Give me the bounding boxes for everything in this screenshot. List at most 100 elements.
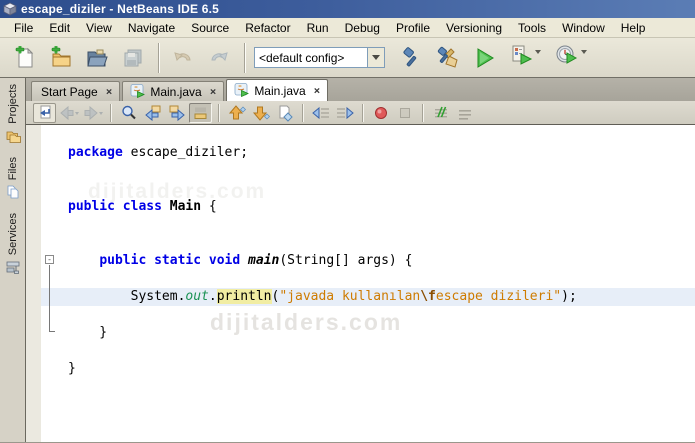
- shift-line-right-button[interactable]: [333, 103, 356, 123]
- debug-project-button[interactable]: [505, 43, 545, 73]
- toolbar-separator: [244, 43, 246, 73]
- title-bar[interactable]: escape_diziler - NetBeans IDE 6.5: [0, 0, 695, 18]
- shift-line-left-button[interactable]: [309, 103, 332, 123]
- code-line[interactable]: System.out.println("javada kullanılan\fe…: [41, 288, 695, 306]
- run-project-button[interactable]: [469, 43, 499, 73]
- code-editor[interactable]: package escape_diziler; public class Mai…: [26, 125, 695, 442]
- files-icon: [5, 184, 21, 200]
- previous-bookmark-button[interactable]: [225, 103, 248, 123]
- save-all-button[interactable]: [118, 43, 148, 73]
- close-icon[interactable]: ×: [314, 84, 321, 97]
- editor-toolbar-separator: [218, 104, 220, 122]
- back-button[interactable]: [57, 103, 80, 123]
- netbeans-cube-icon: [3, 2, 17, 16]
- code-line[interactable]: [41, 216, 695, 234]
- toggle-bookmark-button[interactable]: [273, 103, 296, 123]
- main-toolbar: <default config>: [0, 38, 695, 78]
- code-area[interactable]: package escape_diziler; public class Mai…: [41, 125, 695, 442]
- sidebar-item-services[interactable]: Services: [5, 213, 21, 275]
- menu-item-source[interactable]: Source: [183, 19, 237, 37]
- new-project-button[interactable]: [46, 43, 76, 73]
- editor-gutter[interactable]: [26, 125, 41, 442]
- editor-toolbar-separator: [362, 104, 364, 122]
- java-class-icon: [130, 83, 148, 101]
- clean-and-build-project-button[interactable]: [433, 43, 463, 73]
- left-dock-sidebar: Projects Files Services: [0, 78, 26, 442]
- editor-toolbar: [26, 101, 695, 125]
- new-file-button[interactable]: [10, 43, 40, 73]
- tab-label: Main.java: [254, 84, 305, 98]
- menu-item-profile[interactable]: Profile: [388, 19, 438, 37]
- code-line[interactable]: [41, 342, 695, 360]
- menu-item-versioning[interactable]: Versioning: [438, 19, 510, 37]
- menu-item-window[interactable]: Window: [554, 19, 613, 37]
- menu-item-tools[interactable]: Tools: [510, 19, 554, 37]
- menu-item-debug[interactable]: Debug: [337, 19, 388, 37]
- next-bookmark-button[interactable]: [249, 103, 272, 123]
- editor-toolbar-separator: [302, 104, 304, 122]
- close-icon[interactable]: ×: [106, 85, 113, 98]
- tab-label: Start Page: [41, 85, 98, 99]
- code-line[interactable]: [41, 234, 695, 252]
- find-previous-occurrence-button[interactable]: [141, 103, 164, 123]
- editor-toolbar-separator: [422, 104, 424, 122]
- profile-project-button[interactable]: [551, 43, 591, 73]
- services-icon: [5, 259, 21, 275]
- code-line[interactable]: }: [41, 324, 695, 342]
- fold-guide-line: [49, 265, 50, 332]
- config-select-dropdown-button[interactable]: [367, 47, 385, 68]
- chevron-down-icon: [581, 50, 587, 71]
- code-line[interactable]: [41, 270, 695, 288]
- sidebar-item-label: Services: [7, 213, 19, 255]
- menu-item-file[interactable]: File: [6, 19, 41, 37]
- find-selection-button[interactable]: [117, 103, 140, 123]
- sidebar-item-files[interactable]: Files: [5, 157, 21, 200]
- netbeans-window: escape_diziler - NetBeans IDE 6.5 FileEd…: [0, 0, 695, 443]
- code-line[interactable]: [41, 180, 695, 198]
- fold-guide-end: [49, 331, 55, 332]
- menubar: FileEditViewNavigateSourceRefactorRunDeb…: [0, 18, 695, 38]
- project-configuration-select[interactable]: <default config>: [254, 47, 385, 68]
- code-line[interactable]: public static void main(String[] args) {: [41, 252, 695, 270]
- forward-button[interactable]: [81, 103, 104, 123]
- stop-macro-recording-button[interactable]: [393, 103, 416, 123]
- window-title: escape_diziler - NetBeans IDE 6.5: [21, 2, 219, 16]
- fold-collapse-icon[interactable]: -: [45, 255, 54, 264]
- start-macro-recording-button[interactable]: [369, 103, 392, 123]
- sidebar-item-label: Projects: [7, 84, 19, 124]
- code-line[interactable]: [41, 162, 695, 180]
- code-line[interactable]: }: [41, 360, 695, 378]
- build-project-button[interactable]: [397, 43, 427, 73]
- tab-label: Main.java: [150, 85, 201, 99]
- menu-item-edit[interactable]: Edit: [41, 19, 78, 37]
- menu-item-refactor[interactable]: Refactor: [237, 19, 298, 37]
- chevron-down-icon: [372, 55, 380, 60]
- menu-item-view[interactable]: View: [78, 19, 120, 37]
- find-next-occurrence-button[interactable]: [165, 103, 188, 123]
- last-edit-position-button[interactable]: [33, 103, 56, 123]
- menu-item-navigate[interactable]: Navigate: [120, 19, 183, 37]
- projects-icon: [5, 128, 21, 144]
- toggle-highlight-search-button[interactable]: [189, 103, 212, 123]
- tab-main-java-2-active[interactable]: Main.java ×: [226, 79, 328, 101]
- java-class-icon: [234, 82, 252, 100]
- comment-button[interactable]: [429, 103, 452, 123]
- code-line[interactable]: package escape_diziler;: [41, 144, 695, 162]
- menu-item-help[interactable]: Help: [613, 19, 654, 37]
- uncomment-button[interactable]: [453, 103, 476, 123]
- undo-button[interactable]: [168, 43, 198, 73]
- code-line[interactable]: public class Main {: [41, 198, 695, 216]
- close-icon[interactable]: ×: [210, 85, 217, 98]
- toolbar-separator: [158, 43, 160, 73]
- sidebar-item-projects[interactable]: Projects: [5, 84, 21, 144]
- editor-toolbar-separator: [110, 104, 112, 122]
- config-select-value[interactable]: <default config>: [254, 47, 367, 68]
- chevron-down-icon: [535, 50, 541, 71]
- code-line[interactable]: [41, 306, 695, 324]
- menu-item-run[interactable]: Run: [299, 19, 337, 37]
- tab-main-java-1[interactable]: Main.java ×: [122, 81, 224, 101]
- redo-button[interactable]: [204, 43, 234, 73]
- open-project-button[interactable]: [82, 43, 112, 73]
- tab-start-page[interactable]: Start Page ×: [31, 81, 120, 101]
- sidebar-item-label: Files: [7, 157, 19, 180]
